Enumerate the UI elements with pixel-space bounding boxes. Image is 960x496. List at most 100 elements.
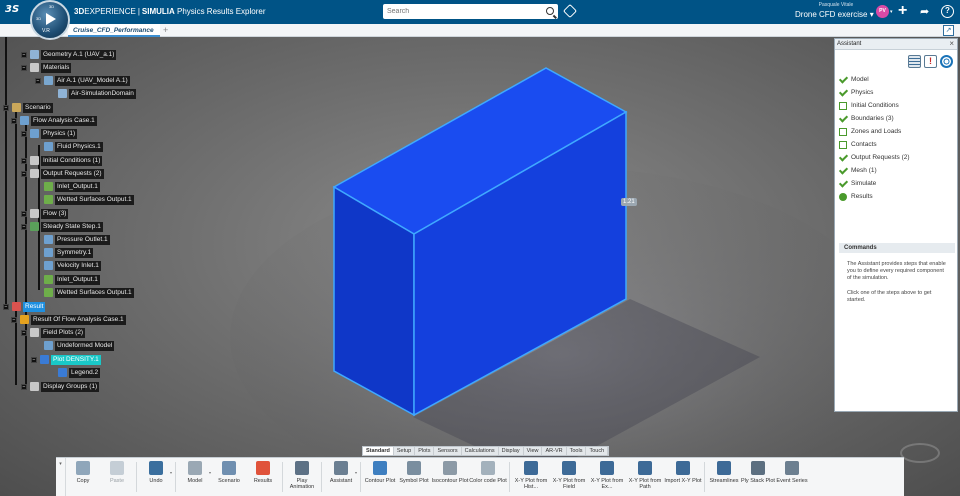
toolbar-button[interactable]: Model ▾: [178, 458, 212, 496]
tree-node-label[interactable]: Wetted Surfaces Output.1: [55, 194, 134, 205]
dimension-label[interactable]: 1.21: [621, 198, 637, 206]
tree-node[interactable]: − Output Requests (2): [21, 168, 104, 179]
collapse-toggle-icon[interactable]: −: [21, 157, 27, 164]
tree-node[interactable]: − Materials: [21, 62, 72, 73]
avatar-chevron-icon[interactable]: ▾: [890, 9, 893, 15]
assistant-step[interactable]: Output Requests (2): [839, 151, 910, 164]
collapse-toggle-icon[interactable]: −: [35, 77, 41, 84]
tree-node[interactable]: Wetted Surfaces Output.1: [44, 287, 134, 298]
toolbar-button[interactable]: Streamlines: [707, 458, 741, 496]
tree-node-label[interactable]: Pressure Outlet.1: [55, 234, 110, 245]
tree-node[interactable]: Wetted Surfaces Output.1: [44, 194, 134, 205]
collapse-toggle-icon[interactable]: −: [21, 170, 27, 177]
toolbar-button[interactable]: X-Y Plot from Field: [550, 458, 588, 496]
project-selector[interactable]: Drone CFD exercise ▾: [795, 10, 874, 19]
assistant-step[interactable]: Zones and Loads: [839, 125, 910, 138]
assistant-step[interactable]: Contacts: [839, 138, 910, 151]
category-tab[interactable]: Calculations: [462, 447, 499, 455]
alert-icon[interactable]: !: [924, 55, 937, 68]
category-tab[interactable]: Sensors: [434, 447, 462, 455]
toolbar-button[interactable]: Scenario: [212, 458, 246, 496]
tree-node[interactable]: − Scenario: [3, 102, 53, 113]
tree-node-label[interactable]: Wetted Surfaces Output.1: [55, 287, 134, 298]
table-icon[interactable]: [908, 55, 921, 68]
toolbar-button[interactable]: Event Series: [775, 458, 809, 496]
dropdown-caret-icon[interactable]: ▾: [170, 470, 172, 475]
toolbar-button[interactable]: Import X-Y Plot: [664, 458, 702, 496]
category-tab[interactable]: View: [524, 447, 543, 455]
tree-node-label[interactable]: Legend.2: [69, 367, 101, 378]
add-tab-icon[interactable]: +: [163, 25, 168, 35]
category-tab[interactable]: Display: [499, 447, 524, 455]
tree-node-label[interactable]: Undeformed Model: [55, 340, 115, 351]
assistant-step-label[interactable]: Zones and Loads: [851, 128, 901, 135]
tree-node-label[interactable]: Air-SimulationDomain: [69, 88, 136, 99]
tree-node[interactable]: Air-SimulationDomain: [58, 88, 136, 99]
tree-node-label[interactable]: Result: [23, 301, 46, 312]
toolbar-button[interactable]: X-Y Plot from Hist...: [512, 458, 550, 496]
plus-icon[interactable]: +: [898, 3, 907, 19]
assistant-step-label[interactable]: Contacts: [851, 141, 877, 148]
search-icon[interactable]: [546, 7, 554, 15]
collapse-toggle-icon[interactable]: −: [21, 383, 27, 390]
assistant-step[interactable]: Boundaries (3): [839, 112, 910, 125]
settings-icon[interactable]: [940, 55, 953, 68]
resize-icon[interactable]: ↗: [943, 25, 954, 36]
toolbar-button[interactable]: Symbol Plot: [397, 458, 431, 496]
dropdown-caret-icon[interactable]: ▾: [355, 470, 357, 475]
avatar[interactable]: PV: [876, 5, 889, 18]
tree-node[interactable]: − Plot DENSITY.1: [31, 354, 101, 365]
tree-node[interactable]: − Air A.1 (UAV_Model A.1): [35, 75, 130, 86]
tree-node[interactable]: Undeformed Model: [44, 340, 115, 351]
share-icon[interactable]: ➦: [920, 5, 929, 18]
tree-node-label[interactable]: Geometry A.1 (UAV_a.1): [41, 49, 117, 60]
toolbar-button[interactable]: Contour Plot: [363, 458, 397, 496]
tree-node-label[interactable]: Air A.1 (UAV_Model A.1): [55, 75, 130, 86]
tree-node[interactable]: Legend.2: [58, 367, 101, 378]
tree-node[interactable]: − Flow (3): [21, 208, 69, 219]
tree-node-label[interactable]: Scenario: [23, 102, 53, 113]
collapse-toggle-icon[interactable]: −: [3, 104, 9, 111]
assistant-step-label[interactable]: Boundaries (3): [851, 115, 894, 122]
toolbar-button[interactable]: Copy: [66, 458, 100, 496]
assistant-step-label[interactable]: Physics: [851, 89, 873, 96]
tree-node[interactable]: Inlet_Output.1: [44, 181, 100, 192]
toolbar-button[interactable]: Ply Stack Plot: [741, 458, 775, 496]
category-tab[interactable]: Touch: [586, 447, 609, 455]
tree-node[interactable]: − Result: [3, 301, 46, 312]
tree-node[interactable]: − Geometry A.1 (UAV_a.1): [21, 49, 117, 60]
tree-node-label[interactable]: Initial Conditions (1): [41, 155, 103, 166]
assistant-step-label[interactable]: Results: [851, 193, 873, 200]
assistant-step[interactable]: Results: [839, 190, 910, 203]
category-tab[interactable]: Tools: [567, 447, 587, 455]
tree-node[interactable]: − Flow Analysis Case.1: [11, 115, 97, 126]
collapse-toggle-icon[interactable]: −: [21, 210, 27, 217]
toolbar-button[interactable]: Paste: [100, 458, 134, 496]
tree-node-label[interactable]: Flow (3): [41, 208, 69, 219]
collapse-toggle-icon[interactable]: −: [21, 64, 27, 71]
category-tab[interactable]: Setup: [394, 447, 416, 455]
tree-node-label[interactable]: Plot DENSITY.1: [51, 354, 101, 365]
collapse-toggle-icon[interactable]: −: [11, 316, 17, 323]
collapse-toggle-icon[interactable]: −: [21, 51, 27, 58]
category-tab[interactable]: Plots: [415, 447, 435, 455]
tree-node-label[interactable]: Display Groups (1): [41, 381, 100, 392]
collapse-toggle-icon[interactable]: −: [21, 130, 27, 137]
chevron-down-icon[interactable]: ▾: [870, 10, 874, 19]
assistant-step-label[interactable]: Simulate: [851, 180, 876, 187]
help-icon[interactable]: ?: [941, 5, 954, 18]
tree-node-label[interactable]: Result Of Flow Analysis Case.1: [31, 314, 126, 325]
tree-node[interactable]: Velocity Inlet.1: [44, 260, 101, 271]
tree-node-label[interactable]: Flow Analysis Case.1: [31, 115, 97, 126]
tree-node-label[interactable]: Output Requests (2): [41, 168, 104, 179]
tree-node-label[interactable]: Field Plots (2): [41, 327, 86, 338]
collapse-toggle-icon[interactable]: −: [31, 356, 37, 363]
tree-node-label[interactable]: Physics (1): [41, 128, 78, 139]
collapse-toggle-icon[interactable]: −: [21, 223, 27, 230]
tree-node[interactable]: − Physics (1): [21, 128, 78, 139]
assistant-step-label[interactable]: Output Requests (2): [851, 154, 910, 161]
tree-node[interactable]: Symmetry.1: [44, 247, 94, 258]
toolbar-button[interactable]: Undo ▾: [139, 458, 173, 496]
toolbar-button[interactable]: Results: [246, 458, 280, 496]
tree-node[interactable]: − Steady State Step.1: [21, 221, 103, 232]
